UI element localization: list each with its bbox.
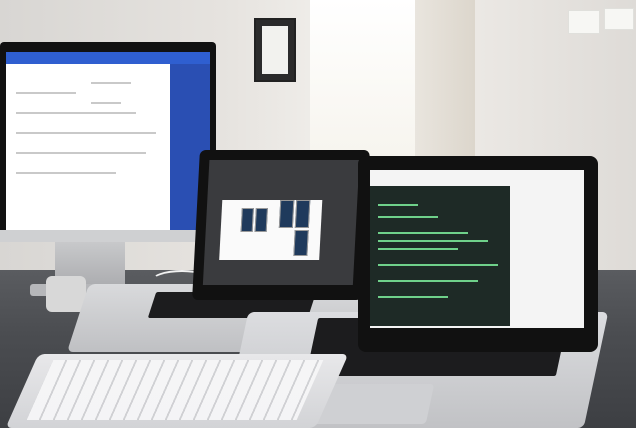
laptop-right-screen-code-editor	[370, 170, 584, 328]
code-terminal-window	[370, 186, 510, 326]
mockup-thumbnail	[293, 230, 309, 256]
document-toolbar	[6, 52, 210, 64]
mockup-thumbnail	[278, 200, 295, 228]
laptop-left-screen-design-app	[202, 160, 360, 285]
wall-note	[568, 10, 600, 34]
mockup-thumbnail	[240, 208, 254, 232]
laptop-right-lid	[358, 156, 598, 352]
photo-scene	[0, 0, 636, 428]
laptop-left-lid	[192, 150, 370, 300]
wall-note	[604, 8, 634, 30]
monitor-chin	[0, 230, 216, 242]
mockup-thumbnail	[254, 208, 268, 232]
external-keyboard-keys	[26, 360, 324, 420]
framed-picture	[254, 18, 296, 82]
mockup-thumbnail	[294, 200, 311, 228]
external-monitor	[0, 42, 216, 242]
monitor-screen-document	[6, 52, 210, 230]
design-canvas	[219, 200, 323, 260]
device-dock	[46, 276, 86, 312]
